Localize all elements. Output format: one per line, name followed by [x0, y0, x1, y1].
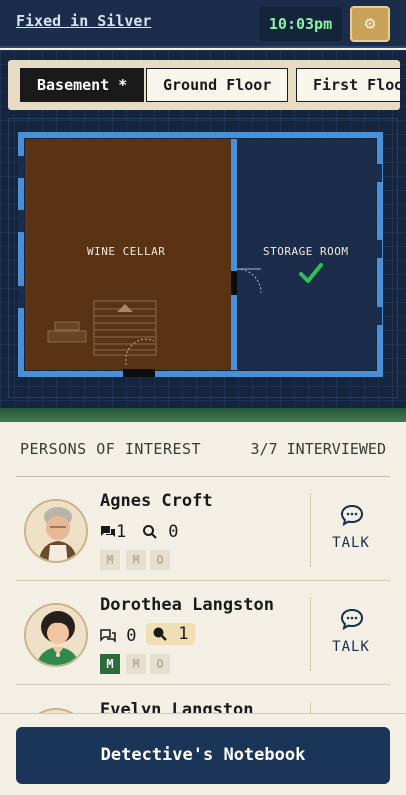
messages-stat: 1: [100, 521, 126, 543]
settings-button[interactable]: ⚙: [350, 6, 390, 42]
questions-count: 0: [168, 522, 179, 542]
tab-first-floor[interactable]: First Floo: [296, 68, 400, 102]
person-row-agnes-croft[interactable]: Agnes Croft 1 0 M M O TALK: [16, 477, 390, 581]
footer-bar: Detective's Notebook: [0, 713, 406, 795]
interview-count: 3/7 INTERVIEWED: [250, 440, 386, 458]
questions-stat: 1: [146, 623, 195, 645]
stair-path-icon: [125, 338, 155, 365]
window-marker: [376, 164, 382, 182]
floor-tabs: Basement * Ground Floor First Floo: [8, 60, 400, 110]
crate-icon: [47, 321, 87, 343]
messages-stat: 0: [100, 625, 137, 647]
chat-bubbles-icon: [100, 629, 116, 643]
persons-title: PERSONS OF INTEREST: [20, 440, 202, 458]
person-name: Agnes Croft: [100, 491, 213, 511]
window-marker: [376, 240, 382, 258]
person-row-dorothea-langston[interactable]: Dorothea Langston 0 1 M M O TALK: [16, 581, 390, 685]
clue-badge: O: [150, 654, 170, 674]
speech-bubble-icon: [340, 504, 364, 526]
talk-label: TALK: [332, 535, 370, 551]
door-swing-icon: [236, 268, 262, 294]
talk-button[interactable]: TALK: [312, 491, 390, 567]
map-panel: Basement * Ground Floor First Floo WINE …: [0, 50, 406, 422]
questions-stat: 0: [142, 521, 179, 543]
clue-badge: M: [126, 654, 146, 674]
talk-button[interactable]: TALK: [312, 595, 390, 671]
clue-badge: M: [100, 550, 120, 570]
messages-count: 1: [116, 522, 127, 542]
clue-badge: M: [100, 654, 120, 674]
floor-plan: WINE CELLAR STORAGE ROOM: [8, 118, 398, 398]
clue-badge: M: [126, 550, 146, 570]
game-clock: 10:03pm: [259, 7, 342, 41]
room-label-storage-room: STORAGE ROOM: [263, 245, 349, 258]
window-marker: [18, 286, 24, 308]
search-icon: [143, 525, 157, 539]
clue-badge: O: [150, 550, 170, 570]
chat-bubbles-icon: [101, 526, 115, 537]
row-divider: [310, 493, 311, 567]
detectives-notebook-button[interactable]: Detective's Notebook: [16, 727, 390, 784]
messages-count: 0: [126, 626, 137, 646]
tab-basement[interactable]: Basement *: [20, 68, 145, 102]
talk-label: TALK: [332, 639, 370, 655]
window-marker: [18, 156, 24, 178]
avatar-agnes-croft: [24, 499, 88, 563]
search-icon: [153, 627, 167, 641]
questions-count: 1: [178, 624, 189, 644]
person-name: Dorothea Langston: [100, 595, 274, 615]
check-icon: [299, 263, 323, 283]
person-row-evelyn-langston[interactable]: Evelyn Langston: [16, 686, 390, 716]
window-marker: [18, 210, 24, 232]
stair-exit: [123, 369, 155, 377]
gear-icon: ⚙: [364, 13, 376, 34]
speech-bubble-icon: [340, 608, 364, 630]
tab-ground-floor[interactable]: Ground Floor: [146, 68, 289, 102]
avatar-dorothea-langston: [24, 603, 88, 667]
top-bar: Fixed in Silver 10:03pm ⚙: [0, 0, 406, 48]
persons-header: PERSONS OF INTEREST 3/7 INTERVIEWED: [16, 422, 390, 477]
window-marker: [376, 307, 382, 325]
row-divider: [310, 597, 311, 671]
app-title-link[interactable]: Fixed in Silver: [16, 12, 151, 30]
room-label-wine-cellar: WINE CELLAR: [87, 245, 166, 258]
